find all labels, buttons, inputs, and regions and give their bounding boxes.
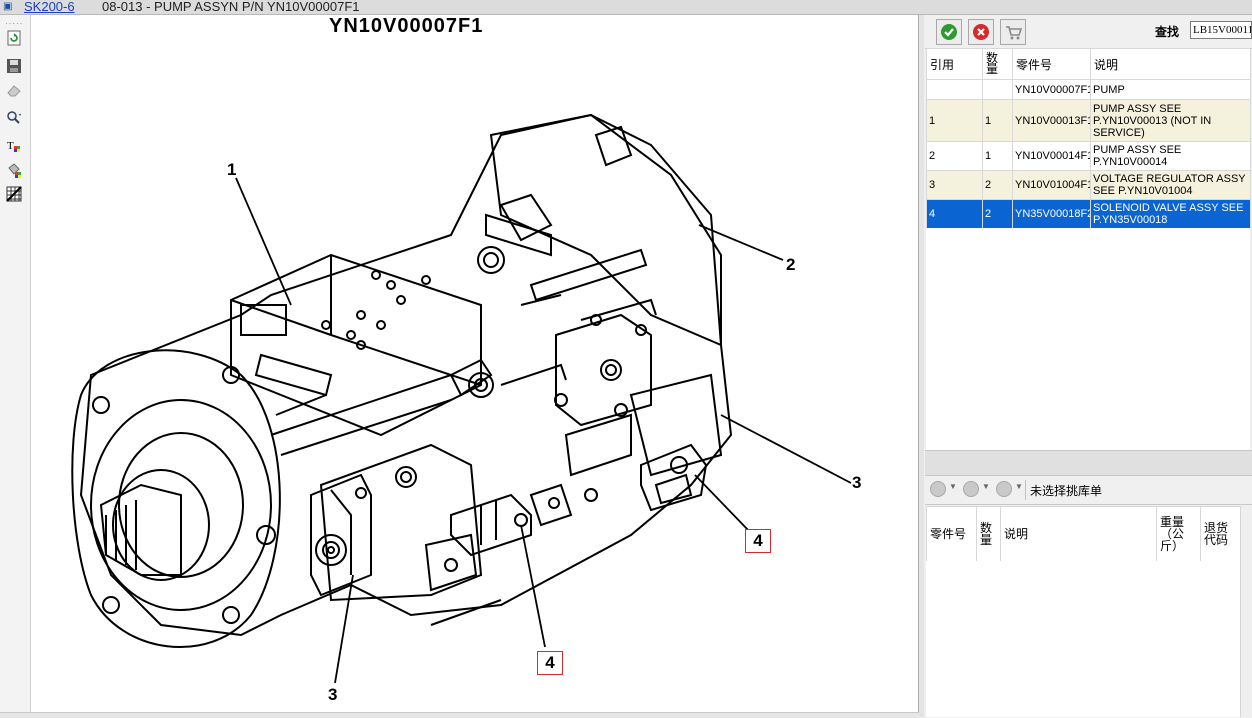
col-header-description[interactable]: 说明 (1090, 48, 1251, 80)
chevron-down-icon[interactable]: ▼ (982, 482, 990, 491)
col-header-ref[interactable]: 引用 (926, 48, 983, 80)
table-row[interactable]: 3 2 YN10V01004F1 VOLTAGE REGULATOR ASSY … (926, 170, 1251, 200)
row-ref (926, 79, 983, 100)
leader-3-right (720, 414, 852, 484)
callout-3-right[interactable]: 3 (852, 473, 861, 493)
toolbar-separator (1025, 480, 1026, 500)
row-part-number: YN10V00013F1 (1012, 99, 1091, 142)
row-description: PUMP ASSY SEE P.YN10V00014 (1090, 141, 1251, 171)
row-qty: 2 (982, 170, 1013, 200)
col-header-description[interactable]: 说明 (1000, 506, 1157, 562)
parts-toolbar: 查找 (925, 15, 1252, 49)
leader-2 (698, 224, 784, 261)
callout-2[interactable]: 2 (786, 255, 795, 275)
pick-list-vertical-scrollbar[interactable] (1240, 506, 1252, 717)
table-row[interactable]: 2 1 YN10V00014F1 PUMP ASSY SEE P.YN10V00… (926, 141, 1251, 171)
row-description: SOLENOID VALVE ASSY SEE P.YN35V00018 (1090, 199, 1251, 229)
refresh-icon[interactable] (5, 29, 23, 47)
row-ref: 3 (926, 170, 983, 200)
row-qty: 2 (982, 199, 1013, 229)
parts-table: 引用 数量 零件号 说明 YN10V00007F1 PUMP 1 1 YN10V… (926, 48, 1251, 229)
right-pane-splitter[interactable] (925, 450, 1252, 476)
chevron-down-icon[interactable]: ▼ (1015, 482, 1023, 491)
database-icon[interactable] (930, 481, 946, 497)
callout-4-right[interactable]: 4 (745, 529, 771, 553)
pick-list-header: 零件号 数量 说明 重量（公斤） 退货代码 (926, 506, 1241, 562)
add-icon[interactable] (996, 481, 1012, 497)
row-qty: 1 (982, 141, 1013, 171)
row-description: VOLTAGE REGULATOR ASSY SEE P.YN10V01004 (1090, 170, 1251, 200)
table-row[interactable]: 1 1 YN10V00013F1 PUMP ASSY SEE P.YN10V00… (926, 99, 1251, 142)
callout-4-left[interactable]: 4 (537, 651, 563, 675)
row-ref: 4 (926, 199, 983, 229)
check-icon (941, 24, 957, 40)
pick-list-status: 未选择挑库单 (1030, 484, 1103, 498)
color-fill-icon[interactable] (5, 161, 23, 179)
callout-1[interactable]: 1 (227, 160, 236, 180)
pane-splitter[interactable] (919, 15, 924, 717)
toolbar-grip[interactable]: ····· (5, 19, 23, 28)
save-icon[interactable] (5, 57, 23, 75)
col-header-part-number[interactable]: 零件号 (1012, 48, 1091, 80)
callout-3-left[interactable]: 3 (328, 685, 337, 705)
row-part-number: YN10V00014F1 (1012, 141, 1091, 171)
text-color-icon[interactable]: T (5, 137, 23, 155)
col-header-weight[interactable]: 重量（公斤） (1156, 506, 1201, 562)
leader-4-right (694, 474, 750, 532)
row-ref: 2 (926, 141, 983, 171)
cancel-x-button[interactable] (968, 19, 994, 45)
close-icon (973, 24, 989, 40)
col-header-qty[interactable]: 数量 (982, 48, 1013, 80)
parts-table-header: 引用 数量 零件号 说明 (926, 48, 1251, 80)
row-ref: 1 (926, 99, 983, 142)
col-header-part-number[interactable]: 零件号 (926, 506, 977, 562)
eraser-icon[interactable] (5, 81, 23, 99)
search-input[interactable] (1190, 21, 1252, 39)
parts-table-empty-area (926, 228, 1250, 450)
row-description: PUMP (1090, 79, 1251, 100)
col-header-return-code[interactable]: 退货代码 (1200, 506, 1241, 562)
pick-list-table: 零件号 数量 说明 重量（公斤） 退货代码 (926, 506, 1241, 562)
row-part-number: YN10V00007F1 (1012, 79, 1091, 100)
row-part-number: YN10V01004F1 (1012, 170, 1091, 200)
row-qty: 1 (982, 99, 1013, 142)
history-icon[interactable] (963, 481, 979, 497)
row-qty (982, 79, 1013, 100)
page-title: 08-013 - PUMP ASSYN P/N YN10V00007F1 (102, 0, 360, 14)
confirm-check-button[interactable] (936, 19, 962, 45)
leader-4-left (520, 524, 546, 648)
cart-icon (1006, 26, 1022, 40)
app-icon: ▣ (3, 1, 13, 12)
model-link[interactable]: SK200-6 (24, 0, 75, 14)
parts-drawing[interactable]: YN10V00007F1 1 2 3 3 4 4 (31, 15, 919, 712)
title-bar: ▣ SK200-6 08-013 - PUMP ASSYN P/N YN10V0… (0, 0, 1252, 15)
pump-illustration (71, 113, 852, 684)
pattern-icon[interactable] (5, 185, 23, 203)
drawing-horizontal-scrollbar[interactable] (0, 712, 920, 718)
pick-list-toolbar: ▼ ▼ ▼ 未选择挑库单 (925, 476, 1252, 505)
left-toolbar: ····· T (0, 15, 31, 717)
row-description: PUMP ASSY SEE P.YN10V00013 (NOT IN SERVI… (1090, 99, 1251, 142)
table-row-selected[interactable]: 4 2 YN35V00018F2 SOLENOID VALVE ASSY SEE… (926, 199, 1251, 229)
search-label: 查找 (1155, 25, 1180, 39)
pick-list-empty-area (926, 561, 1240, 717)
col-header-qty[interactable]: 数量 (976, 506, 1001, 562)
add-to-cart-button[interactable] (1000, 19, 1026, 45)
table-row[interactable]: YN10V00007F1 PUMP (926, 79, 1251, 100)
zoom-icon[interactable] (5, 109, 23, 127)
svg-text:T: T (7, 140, 14, 152)
row-part-number: YN35V00018F2 (1012, 199, 1091, 229)
chevron-down-icon[interactable]: ▼ (949, 482, 957, 491)
